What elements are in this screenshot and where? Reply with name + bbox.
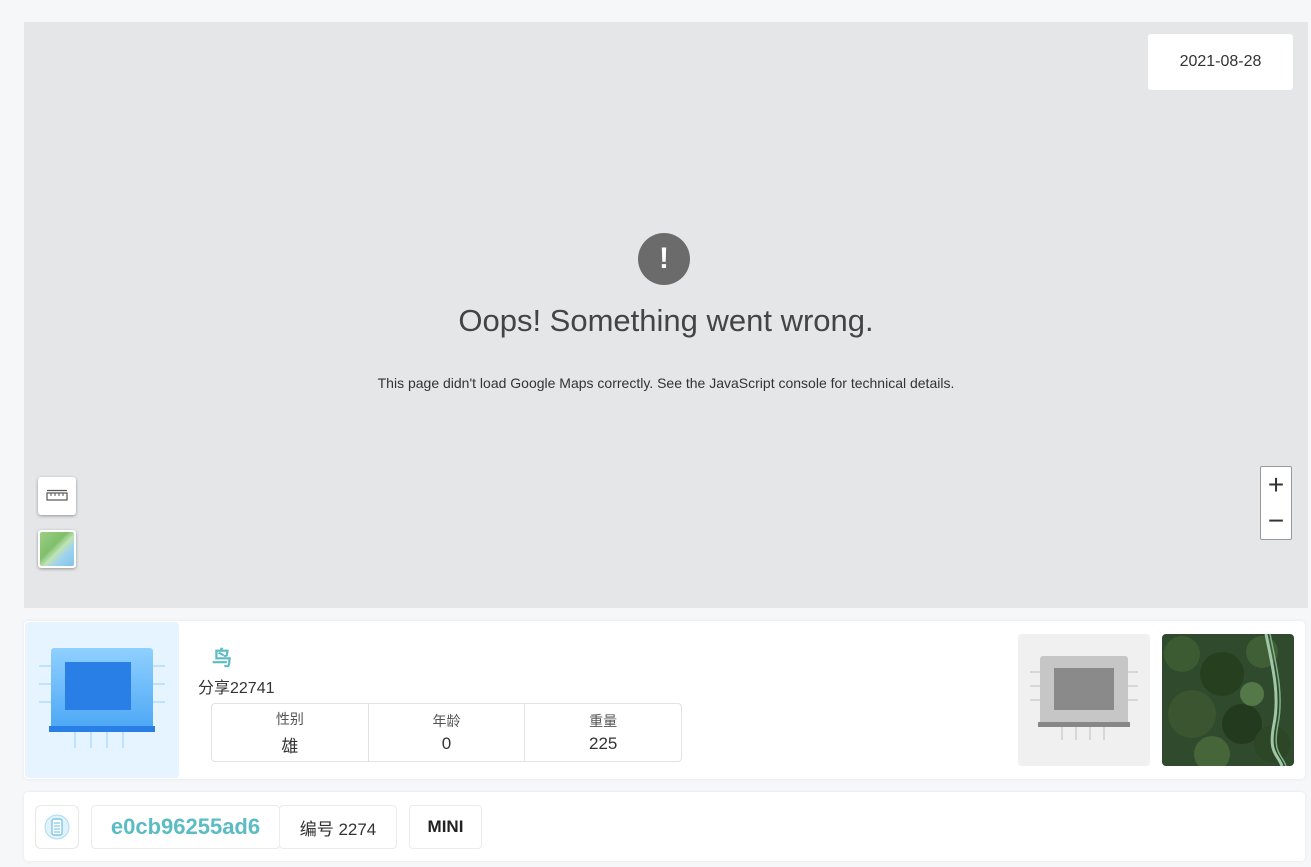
gray-device-thumbnail[interactable] [1018,634,1150,766]
stats-table: 性别 雄 年龄 0 重量 225 [211,703,682,762]
map-panel[interactable]: 2021-08-28 ! Oops! Something went wrong.… [24,22,1308,608]
chip-icon [39,648,165,748]
map-type-button[interactable] [38,530,76,568]
battery-ring-icon [44,814,70,840]
bird-name[interactable]: 鸟 [212,642,232,671]
stat-label: 重量 [589,713,618,729]
page: 2021-08-28 ! Oops! Something went wrong.… [0,0,1311,867]
ruler-button[interactable] [38,477,76,515]
stat-gender: 性别 雄 [212,704,369,761]
satellite-layer-icon [40,532,74,566]
date-chip[interactable]: 2021-08-28 [1148,34,1293,90]
bird-card[interactable]: 鸟 分享22741 性别 雄 年龄 0 重量 225 [24,621,1305,779]
device-bar: e0cb96255ad6 编号 2274 MINI [24,792,1305,861]
stat-value: 雄 [281,736,299,756]
stat-label: 性别 [275,710,304,727]
device-number: 编号 2274 [279,805,397,849]
error-message: This page didn't load Google Maps correc… [377,375,955,391]
ruler-icon [46,489,68,501]
stat-label: 年龄 [432,713,461,729]
zoom-out-button[interactable]: − [1261,503,1291,539]
device-ring-box[interactable] [35,805,79,849]
stat-value: 0 [441,734,452,753]
satellite-image [1162,634,1294,766]
share-count: 分享22741 [198,680,275,697]
device-model: MINI [409,805,482,849]
device-thumbnail [25,622,179,778]
device-id[interactable]: e0cb96255ad6 [91,805,280,849]
stat-age: 年龄 0 [369,704,526,761]
error-icon: ! [638,233,690,285]
stat-value: 225 [588,734,618,753]
satellite-thumbnail[interactable] [1162,634,1294,766]
zoom-in-button[interactable]: + [1261,467,1291,503]
error-title: Oops! Something went wrong. [458,303,874,338]
chip-icon [1030,656,1138,740]
stat-weight: 重量 225 [525,704,681,761]
zoom-control: + − [1260,466,1292,540]
